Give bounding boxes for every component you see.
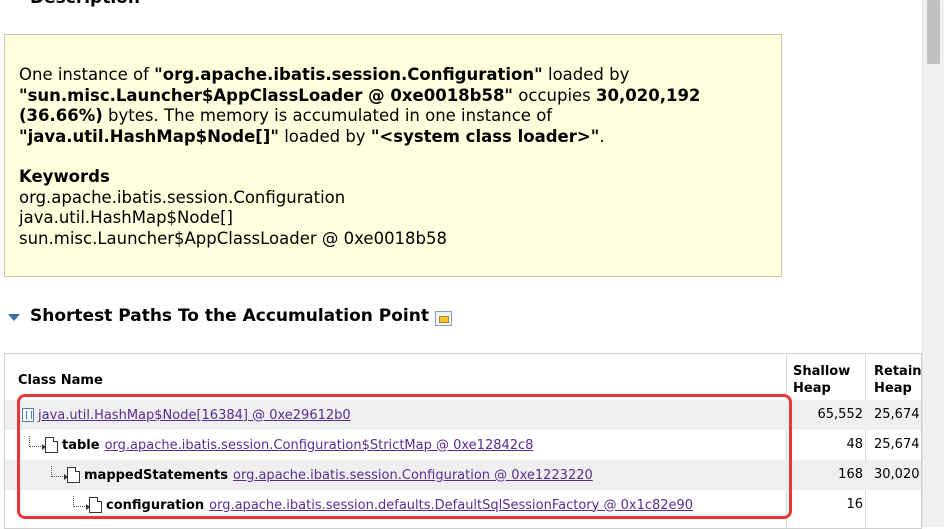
table-row[interactable]: configuration org.apache.ibatis.session.… [5, 490, 921, 520]
header-class-name[interactable]: Class Name [18, 372, 103, 389]
row-class-cell: mappedStatements org.apache.ibatis.sessi… [51, 460, 593, 490]
shallow-heap-value: 48 [846, 437, 863, 452]
retained-heap-value: 25,674 [874, 407, 920, 422]
shallow-heap-value: 65,552 [817, 407, 864, 422]
array-icon [22, 408, 34, 422]
keywords-title: Keywords [19, 167, 110, 186]
vertical-scrollbar[interactable] [922, 0, 944, 527]
navigate-icon[interactable] [434, 310, 452, 326]
object-icon [42, 437, 58, 453]
tree-connector [29, 435, 43, 447]
object-link[interactable]: org.apache.ibatis.session.Configuration … [233, 468, 593, 483]
retained-heap-value: 30,020 [874, 467, 920, 482]
keyword-item: org.apache.ibatis.session.Configuration [19, 187, 346, 207]
field-name: mappedStatements [84, 467, 229, 483]
header-retained-heap[interactable]: Retain Heap [874, 363, 922, 397]
collapse-toggle-icon[interactable] [8, 313, 20, 321]
page-heading: Description [30, 0, 140, 8]
description-segment: One instance of [19, 65, 155, 84]
field-name: configuration [106, 497, 205, 513]
tree-connector [51, 465, 65, 477]
paths-table: Class Name Shallow Heap Retain Heap java… [4, 353, 922, 529]
description-segment: bytes. The memory is accumulated in one … [102, 106, 553, 125]
header-shallow-heap[interactable]: Shallow Heap [793, 363, 850, 397]
description-segment: loaded by [542, 65, 630, 84]
description-emphasis: "org.apache.ibatis.session.Configuration… [154, 65, 543, 84]
description-emphasis: "java.util.HashMap$Node[]" [19, 126, 279, 146]
object-icon [64, 467, 80, 483]
description-segment: occupies [513, 85, 597, 105]
table-row[interactable]: table org.apache.ibatis.session.Configur… [5, 430, 921, 460]
section-title: Shortest Paths To the Accumulation Point [30, 306, 429, 326]
header-shallow-line1: Shallow [793, 364, 851, 379]
table-header: Class Name Shallow Heap Retain Heap [5, 354, 921, 400]
header-shallow-line2: Heap [793, 381, 831, 396]
tree-connector [73, 495, 87, 507]
field-name: table [62, 437, 100, 453]
object-link[interactable]: java.util.HashMap$Node[16384] @ 0xe29612… [38, 408, 351, 423]
description-emphasis: "sun.misc.Launcher$AppClassLoader @ 0xe0… [19, 85, 514, 105]
description-segment: loaded by [278, 126, 371, 146]
table-row[interactable]: java.util.HashMap$Node[16384] @ 0xe29612… [5, 400, 921, 430]
shallow-heap-value: 168 [838, 467, 863, 482]
description-segment: . [599, 126, 605, 146]
object-link[interactable]: org.apache.ibatis.session.Configuration$… [105, 438, 534, 453]
row-class-cell: table org.apache.ibatis.session.Configur… [29, 430, 533, 460]
description-text: One instance of "org.apache.ibatis.sessi… [19, 65, 767, 147]
header-retained-line2: Heap [874, 381, 912, 396]
description-emphasis: "<system class loader>" [370, 126, 600, 146]
header-retained-line1: Retain [874, 364, 922, 379]
section-heading: Shortest Paths To the Accumulation Point [8, 304, 452, 328]
retained-heap-value: 25,674 [874, 437, 920, 452]
table-row[interactable]: mappedStatements org.apache.ibatis.sessi… [5, 460, 921, 490]
object-link[interactable]: org.apache.ibatis.session.defaults.Defau… [209, 498, 693, 513]
scrollbar-thumb[interactable] [927, 0, 940, 64]
shallow-heap-value: 16 [846, 497, 863, 512]
object-icon [86, 497, 102, 513]
keyword-item: java.util.HashMap$Node[] [19, 208, 233, 227]
keyword-item: sun.misc.Launcher$AppClassLoader @ 0xe00… [19, 228, 448, 248]
description-box: One instance of "org.apache.ibatis.sessi… [4, 34, 782, 277]
row-class-cell: configuration org.apache.ibatis.session.… [73, 490, 693, 520]
row-class-cell: java.util.HashMap$Node[16384] @ 0xe29612… [22, 400, 351, 430]
